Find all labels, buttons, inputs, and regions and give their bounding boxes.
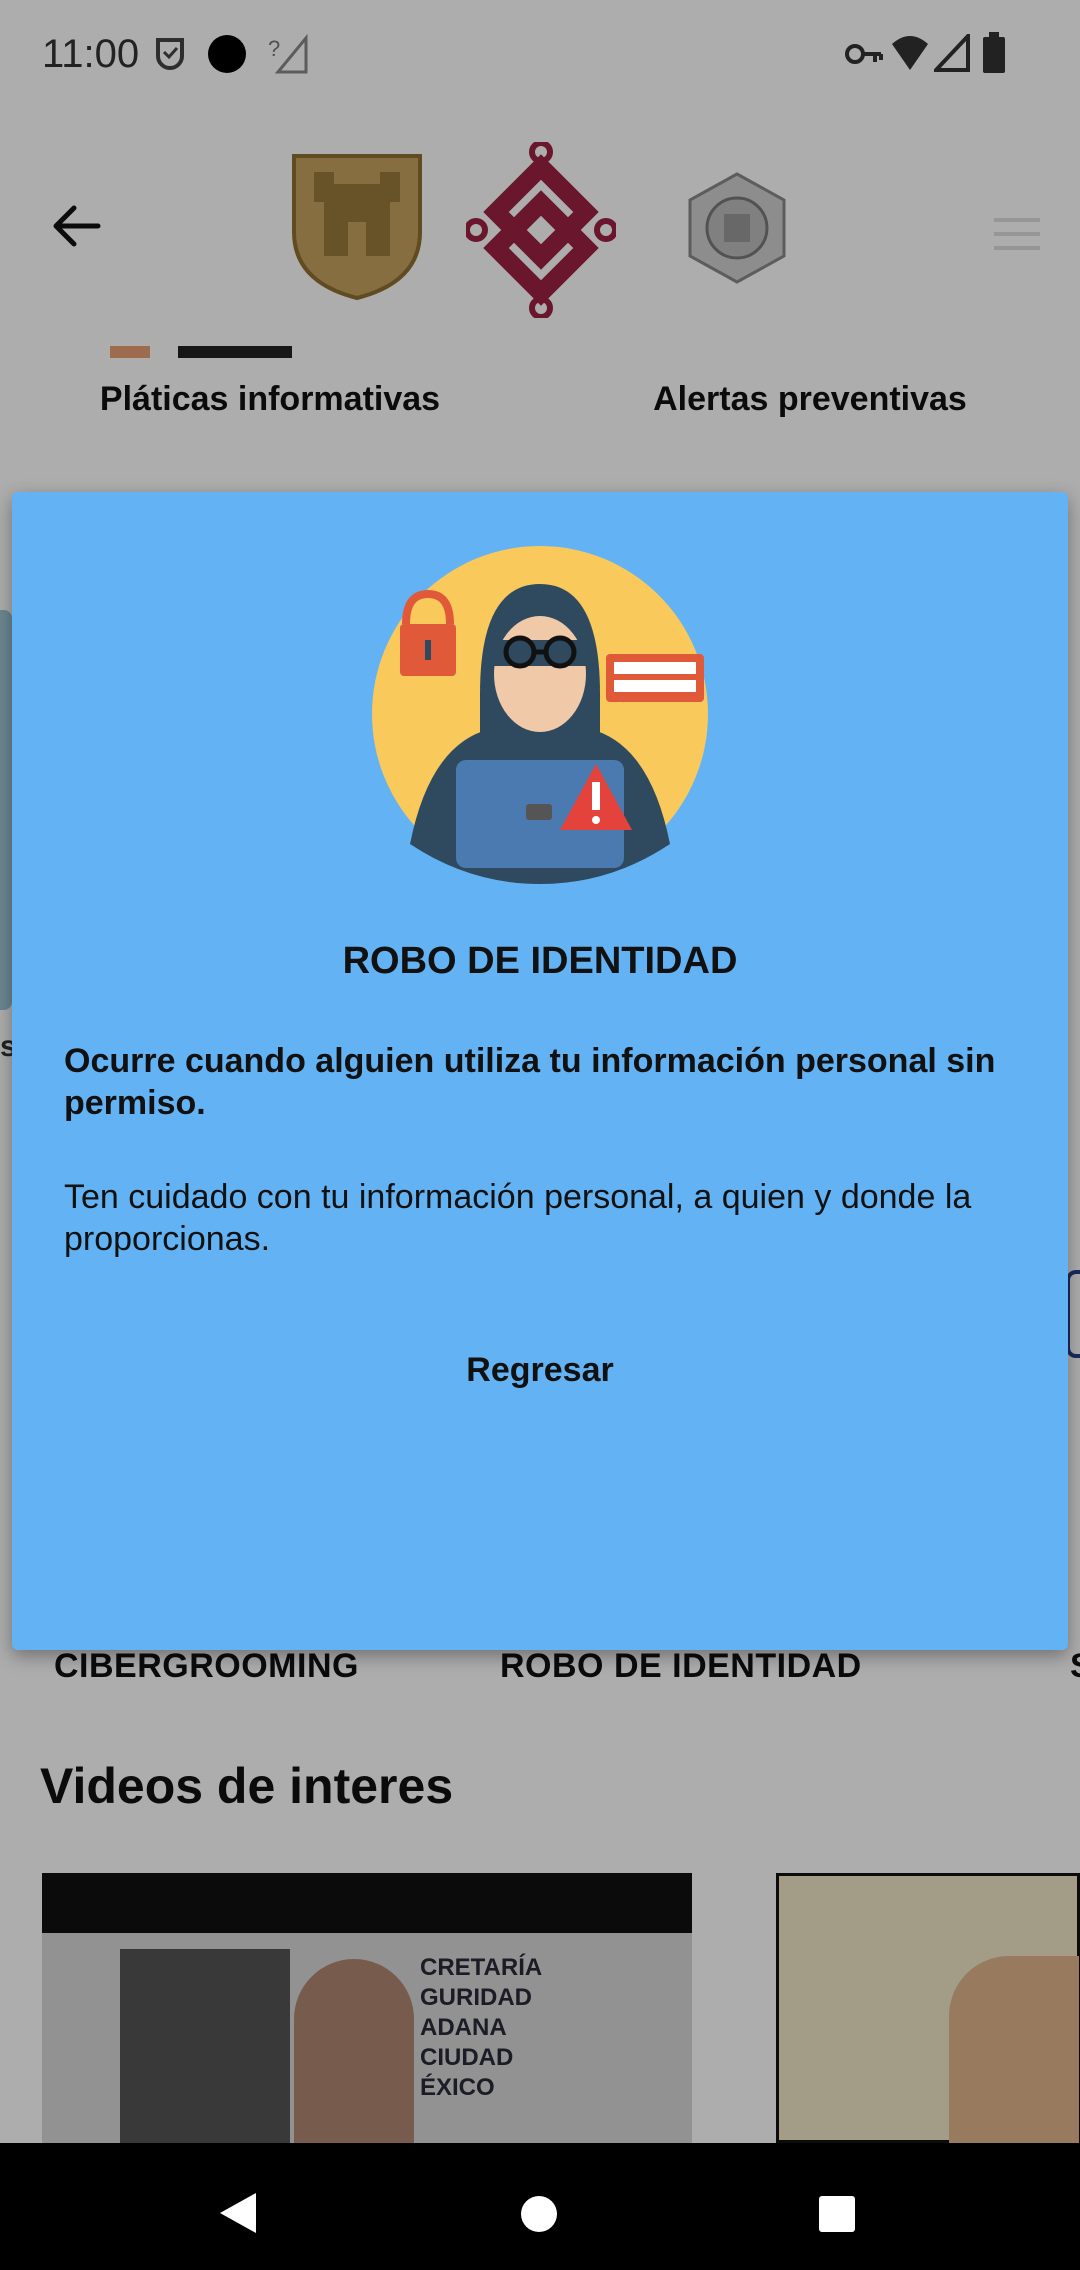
hacker-laptop-illustration	[372, 546, 708, 884]
regresar-button[interactable]: Regresar	[412, 1340, 668, 1400]
dialog-description-bold: Ocurre cuando alguien utiliza tu informa…	[64, 1042, 996, 1122]
dialog-description: Ten cuidado con tu información personal,…	[64, 1178, 972, 1258]
alert-dialog: ROBO DE IDENTIDAD Ocurre cuando alguien …	[12, 492, 1068, 1650]
home-circle-icon[interactable]	[520, 2195, 558, 2233]
dialog-title: ROBO DE IDENTIDAD	[342, 940, 738, 982]
back-triangle-icon[interactable]	[218, 2191, 258, 2235]
system-nav-bar	[0, 2143, 1080, 2270]
recents-square-icon[interactable]	[818, 2195, 856, 2233]
